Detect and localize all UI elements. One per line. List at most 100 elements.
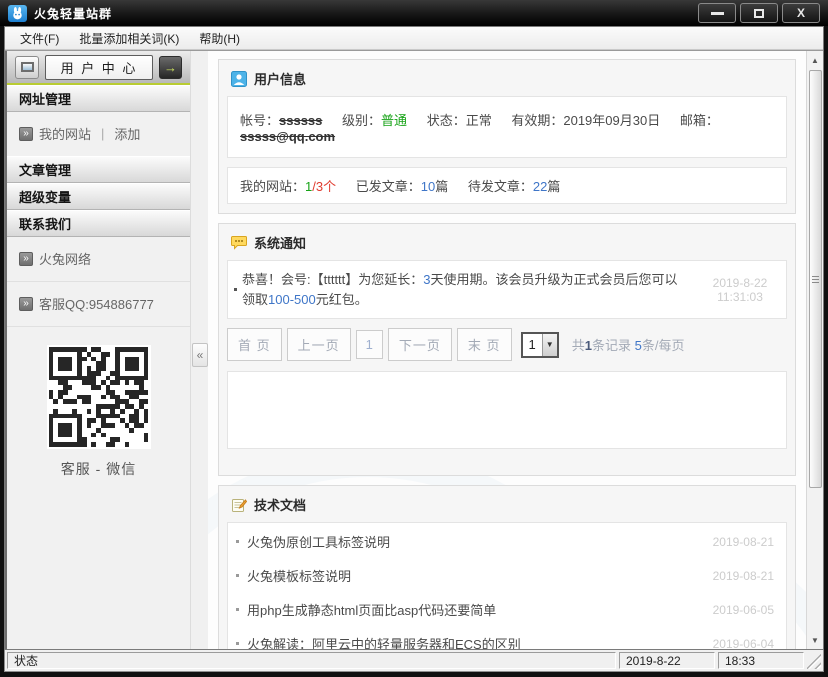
status-date: 2019-8-22 [619,652,715,669]
sidebar-section-site-management[interactable]: 网址管理 [7,85,190,112]
bullet-icon [236,642,239,645]
chevron-right-icon: » [19,297,33,311]
doc-list: 火兔伪原创工具标签说明 2019-08-21 火兔模板标签说明 2019-08-… [227,522,787,649]
first-page-button[interactable]: 首 页 [227,328,282,361]
notice-text-part: 恭喜！会号:【tttttt】为您延长： [242,272,423,287]
current-page-indicator[interactable]: 1 [356,330,383,359]
app-body: 用 户 中 心 → 网址管理 » 我的网站 | 添加 文章管理 超级变量 联系我… [5,50,823,649]
sidebar-section-contact-us[interactable]: 联系我们 [7,210,190,237]
monitor-button[interactable] [15,56,39,79]
menu-batch-add-keywords[interactable]: 批量添加相关词(K) [70,27,188,50]
menu-file[interactable]: 文件(F) [11,27,68,50]
notice-date: 2019-8-22 11:31:03 [694,261,786,318]
user-info-title: 用户信息 [254,69,306,88]
title-bar: 火兔轻量站群 X [0,0,828,26]
minimize-button[interactable] [698,3,736,23]
sidebar-link-huotu-network[interactable]: 火兔网络 [39,249,91,268]
window-title: 火兔轻量站群 [34,5,691,22]
tech-docs-title: 技术文档 [254,495,306,514]
account-info-row: 帐号：ssssss 级别：普通 状态：正常 有效期：2019年09月30日 邮箱… [227,96,787,158]
notice-days-value: 3 [423,272,430,287]
doc-title[interactable]: 火兔伪原创工具标签说明 [247,532,713,551]
menu-bar: 文件(F) 批量添加相关词(K) 帮助(H) [5,27,823,50]
prev-page-button[interactable]: 上一页 [287,328,351,361]
close-icon: X [797,7,805,19]
sidebar: 用 户 中 心 → 网址管理 » 我的网站 | 添加 文章管理 超级变量 联系我… [5,51,190,649]
user-info-header: 用户信息 [219,60,795,96]
forward-arrow-button[interactable]: → [159,56,182,79]
sidebar-link-service-qq[interactable]: 客服QQ:954886777 [39,294,154,313]
doc-date: 2019-08-21 [713,569,774,583]
expiry-value: 2019年09月30日 [563,113,660,128]
bullet-icon [228,261,242,318]
notice-list: 恭喜！会号:【tttttt】为您延长：3天使用期。该会员升级为正式会员后您可以领… [227,260,787,319]
tech-docs-header: 技术文档 [219,486,795,522]
qr-caption: 客服 - 微信 [7,459,190,479]
summary-part: 条/每页 [642,338,685,353]
published-label: 已发文章： [356,179,421,194]
account-label: 帐号： [240,113,279,128]
sidebar-link-add-site[interactable]: 添加 [114,124,140,143]
system-notice-title: 系统通知 [254,233,306,252]
user-info-panel: 用户信息 帐号：ssssss 级别：普通 状态：正常 有效期：2019年09月3… [218,59,796,214]
bullet-icon [236,608,239,611]
bullet-icon [236,540,239,543]
doc-row[interactable]: 用php生成静态html页面比asp代码还要简单 2019-06-05 [228,593,786,627]
close-button[interactable]: X [782,3,820,23]
menu-help[interactable]: 帮助(H) [190,27,249,50]
monitor-icon [21,62,34,72]
scroll-up-button[interactable]: ▲ [808,52,823,68]
client-area: 文件(F) 批量添加相关词(K) 帮助(H) 用 户 中 心 → 网址管理 » … [4,26,824,650]
sidebar-splitter[interactable]: « [190,51,208,649]
pending-unit: 篇 [547,179,560,194]
doc-row[interactable]: 火兔解读：阿里云中的轻量服务器和ECS的区别 2019-06-04 [228,627,786,649]
chevron-down-icon: ▼ [542,334,557,356]
page-select-dropdown[interactable]: 1 ▼ [521,332,559,358]
sidebar-site-links: » 我的网站 | 添加 [7,112,190,156]
window-controls: X [698,3,820,23]
speech-bubble-icon [231,235,247,250]
qr-code [47,345,151,449]
notice-text: 恭喜！会号:【tttttt】为您延长：3天使用期。该会员升级为正式会员后您可以领… [242,261,694,318]
vertical-scrollbar[interactable]: ▲ ▼ [806,51,823,649]
maximize-button[interactable] [740,3,778,23]
doc-title[interactable]: 用php生成静态html页面比asp代码还要简单 [247,600,713,619]
scrollbar-thumb[interactable] [809,70,822,488]
doc-row[interactable]: 火兔模板标签说明 2019-08-21 [228,559,786,593]
main-content: 用户信息 帐号：ssssss 级别：普通 状态：正常 有效期：2019年09月3… [208,51,806,649]
user-icon [231,71,247,87]
email-label: 邮箱： [680,113,719,128]
doc-row[interactable]: 火兔伪原创工具标签说明 2019-08-21 [228,525,786,559]
expiry-label: 有效期： [511,113,563,128]
pagination-summary: 共1条记录 5条/每页 [572,335,685,354]
rabbit-icon [11,7,24,20]
summary-part: 共 [572,338,585,353]
status-bar: 状态 2019-8-22 18:33 [4,650,824,672]
notice-row[interactable]: 恭喜！会号:【tttttt】为您延长：3天使用期。该会员升级为正式会员后您可以领… [228,261,786,318]
notice-empty-area [227,371,787,449]
doc-date: 2019-08-21 [713,535,774,549]
status-text: 状态 [7,652,616,669]
sidebar-section-article-management[interactable]: 文章管理 [7,156,190,183]
system-notice-header: 系统通知 [219,224,795,260]
sidebar-toolbar: 用 户 中 心 → [7,51,190,85]
system-notice-panel: 系统通知 恭喜！会号:【tttttt】为您延长：3天使用期。该会员升级为正式会员… [218,223,796,476]
doc-date: 2019-06-05 [713,603,774,617]
link-separator: | [97,126,108,141]
last-page-button[interactable]: 末 页 [457,328,512,361]
tech-docs-panel: 技术文档 火兔伪原创工具标签说明 2019-08-21 火兔模板标签说明 201… [218,485,796,649]
collapse-sidebar-button[interactable]: « [192,343,208,367]
sidebar-section-super-variables[interactable]: 超级变量 [7,183,190,210]
my-sites-label: 我的网站： [240,179,305,194]
site-stats-row: 我的网站：1/3个 已发文章：10篇 待发文章：22篇 [227,167,787,204]
pending-value: 22 [533,179,547,194]
doc-title[interactable]: 火兔模板标签说明 [247,566,713,585]
chevron-right-icon: » [19,252,33,266]
published-value: 10 [421,179,435,194]
doc-title[interactable]: 火兔解读：阿里云中的轻量服务器和ECS的区别 [247,634,713,649]
resize-grip[interactable] [807,652,821,669]
user-center-button[interactable]: 用 户 中 心 [45,55,153,80]
scroll-down-button[interactable]: ▼ [808,632,823,648]
sidebar-link-my-sites[interactable]: 我的网站 [39,124,91,143]
next-page-button[interactable]: 下一页 [388,328,452,361]
